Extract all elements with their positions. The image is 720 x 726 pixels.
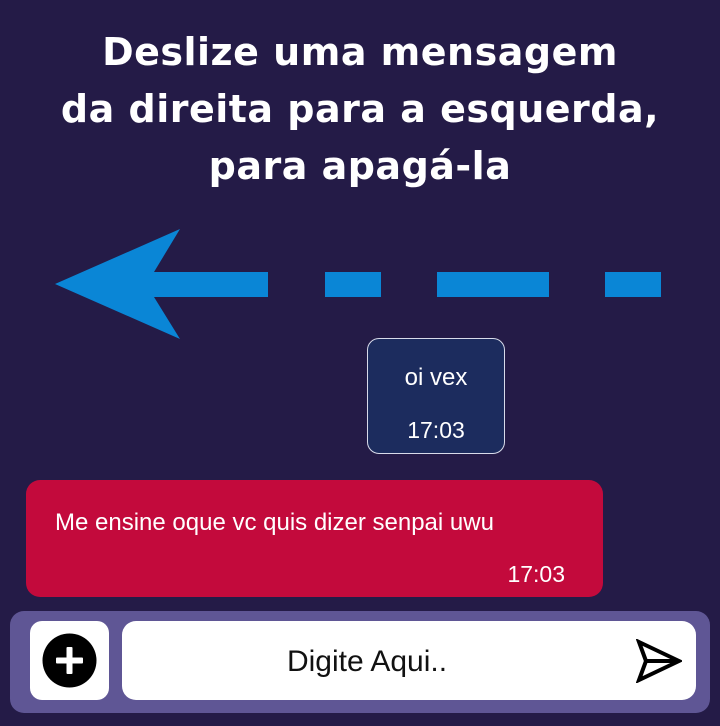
send-icon[interactable] xyxy=(636,639,682,683)
message-text: oi vex xyxy=(404,364,468,391)
swipe-left-arrow-icon xyxy=(55,229,661,339)
title-line-2: da direita para a esquerda, xyxy=(60,87,660,131)
attach-button[interactable] xyxy=(30,621,109,700)
plus-circle-icon xyxy=(42,633,97,688)
message-time: 17:03 xyxy=(407,417,465,443)
message-composer: Digite Aqui.. xyxy=(10,611,710,713)
message-bubble-received[interactable]: oi vex 17:03 xyxy=(367,338,505,454)
swipe-tutorial-title: Deslize uma mensagem da direita para a e… xyxy=(0,24,720,195)
message-time: 17:03 xyxy=(507,561,565,587)
message-bubble-sent[interactable]: Me ensine oque vc quis dizer senpai uwu … xyxy=(26,480,603,597)
title-line-1: Deslize uma mensagem xyxy=(102,30,618,74)
title-line-3: para apagá-la xyxy=(208,144,512,188)
message-input[interactable]: Digite Aqui.. xyxy=(122,621,696,700)
message-text: Me ensine oque vc quis dizer senpai uwu xyxy=(55,509,494,536)
message-input-placeholder: Digite Aqui.. xyxy=(286,645,448,678)
